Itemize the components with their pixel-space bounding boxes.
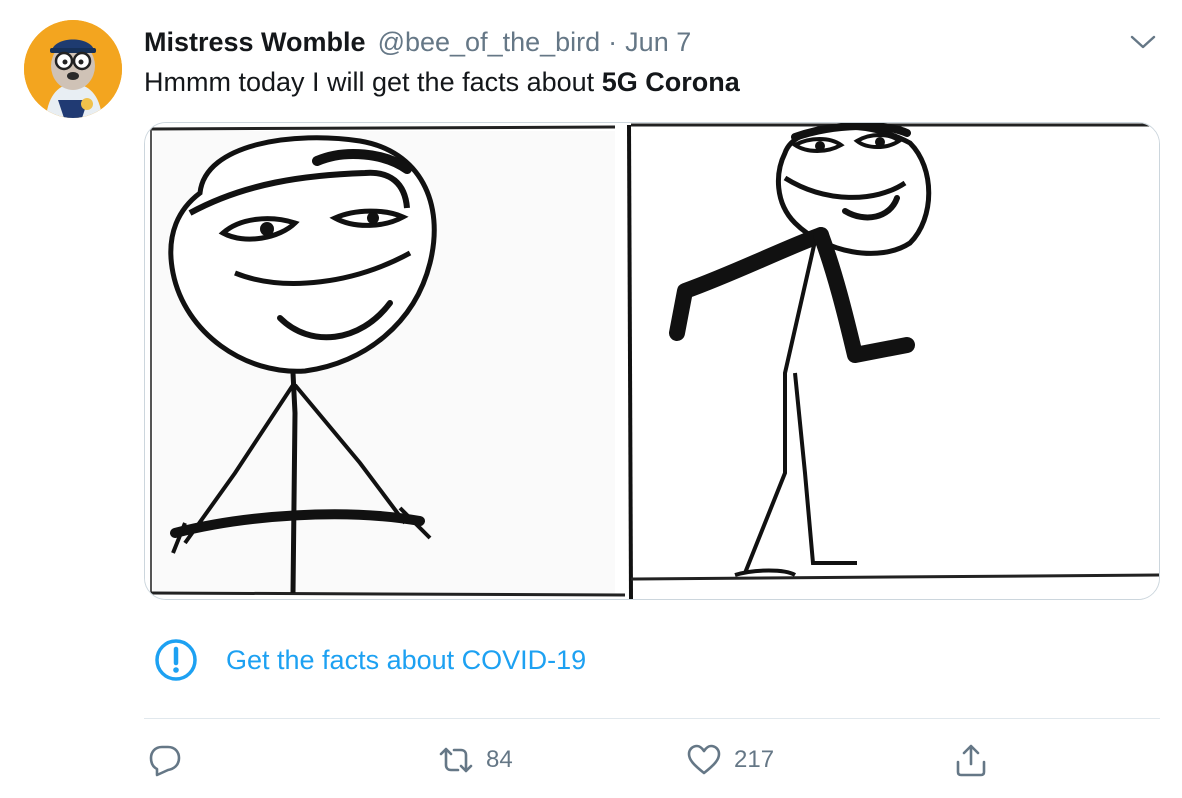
retweet-count: 84 — [486, 746, 513, 773]
tweet-media[interactable] — [144, 122, 1160, 600]
covid-facts-link[interactable]: Get the facts about COVID-19 — [148, 638, 586, 682]
retweet-button[interactable]: 84 — [438, 738, 513, 782]
tweet-text-plain: Hmmm today I will get the facts about — [144, 67, 602, 97]
reply-icon — [149, 745, 181, 777]
author-name[interactable]: Mistress Womble — [144, 27, 366, 58]
share-icon — [956, 744, 986, 777]
chevron-down-icon[interactable] — [1128, 30, 1158, 54]
share-button[interactable] — [954, 738, 988, 782]
actions-divider — [144, 718, 1160, 719]
avatar-image — [24, 20, 122, 118]
tweet-text: Hmmm today I will get the facts about 5G… — [144, 64, 740, 100]
meme-image — [145, 123, 1159, 599]
tweet-date[interactable]: Jun 7 — [625, 27, 691, 58]
reply-button[interactable] — [148, 738, 182, 782]
header-separator: · — [608, 26, 618, 57]
like-count: 217 — [734, 746, 775, 773]
author-handle[interactable]: @bee_of_the_bird — [378, 27, 601, 58]
tweet-text-bold: 5G Corona — [601, 67, 740, 97]
heart-icon — [687, 744, 721, 775]
exclamation-circle-icon — [155, 639, 197, 681]
avatar[interactable] — [24, 20, 122, 118]
covid-facts-label: Get the facts about COVID-19 — [226, 644, 587, 675]
like-button[interactable]: 217 — [686, 738, 774, 782]
retweet-icon — [439, 747, 473, 773]
tweet-header: Mistress Womble @bee_of_the_bird · Jun 7 — [144, 24, 691, 60]
